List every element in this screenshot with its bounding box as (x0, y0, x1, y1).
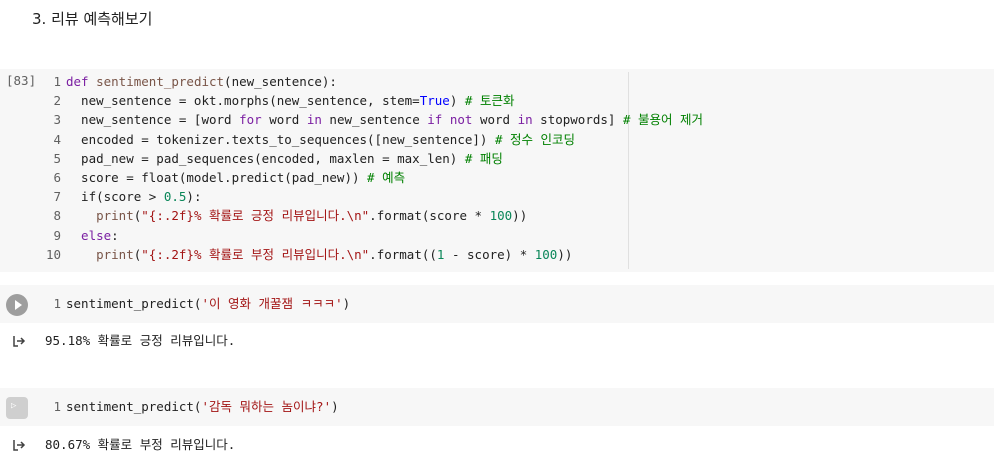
code-token: if(score > (66, 189, 164, 205)
code-token: : (111, 227, 119, 243)
code-cell-3[interactable]: ▷ 1 sentiment_predict('감독 뭐하는 놈이냐?') (0, 388, 994, 426)
line-number: 1 (53, 74, 61, 89)
code-string: "{:.2f}% 확률로 부정 리뷰입니다.\n" (141, 246, 370, 262)
line-number: 10 (45, 246, 61, 262)
code-token: in (517, 112, 533, 128)
line-number: 6 (53, 169, 61, 185)
code-token: ): (186, 189, 202, 205)
code-line: 5 pad_new = pad_sequences(encoded, maxle… (40, 149, 628, 168)
code-string: '이 영화 개꿀잼 ㅋㅋㅋ' (201, 296, 343, 311)
code-token: .format(score * (369, 208, 490, 224)
code-line: 7 if(score > 0.5): (40, 187, 628, 206)
code-line: 8 print("{:.2f}% 확률로 긍정 리뷰입니다.\n".format… (40, 206, 628, 225)
code-token: ) (331, 399, 339, 414)
code-cell-2[interactable]: 1 sentiment_predict('이 영화 개꿀잼 ㅋㅋㅋ') (0, 285, 994, 323)
line-number: 9 (53, 227, 61, 243)
line-number: 7 (53, 189, 61, 205)
code-editor[interactable]: 1 sentiment_predict('이 영화 개꿀잼 ㅋㅋㅋ') (40, 294, 350, 313)
code-editor[interactable]: 1 def sentiment_predict(new_sentence): 2 … (40, 72, 703, 269)
code-token: in (306, 112, 322, 128)
code-token: )) (557, 246, 573, 262)
code-token: ) (449, 93, 465, 109)
code-string: "{:.2f}% 확률로 긍정 리뷰입니다.\n" (141, 208, 370, 224)
output-arrow-icon (13, 440, 26, 451)
code-token: sentiment_predict (96, 74, 225, 89)
code-token: 0.5 (163, 189, 187, 205)
code-token: - score) * (444, 246, 535, 262)
code-line: 3 new_sentence = [word for word in new_s… (40, 110, 703, 129)
code-comment: # 불용어 제거 (622, 112, 704, 128)
code-token: new_sentence = [word (66, 112, 240, 128)
code-token: ) (342, 296, 351, 311)
code-token: stopwords] (532, 112, 623, 128)
code-token: )) (512, 208, 528, 224)
cell-output-1: 95.18% 확률로 긍정 리뷰입니다. (0, 326, 994, 356)
code-comment: # 정수 인코딩 (494, 131, 576, 147)
code-token: else (66, 227, 112, 243)
output-text: 80.67% 확률로 부정 리뷰입니다. (45, 437, 236, 452)
section-heading: 3. 리뷰 예측해보기 (32, 10, 153, 28)
code-line: 6 score = float(model.predict(pad_new)) … (40, 168, 628, 187)
line-number: 5 (53, 150, 61, 166)
code-editor[interactable]: 1 sentiment_predict('감독 뭐하는 놈이냐?') (40, 397, 339, 416)
code-token: 100 (534, 246, 558, 262)
line-number: 3 (53, 112, 61, 128)
code-cell-1[interactable]: [83] 1 def sentiment_predict(new_sentence… (0, 69, 994, 272)
code-token: score = float(model.predict(pad_new)) (66, 169, 368, 185)
code-token: new_sentence = okt.morphs(new_sentence, … (66, 93, 420, 109)
code-comment: # 토큰화 (464, 93, 515, 109)
code-token: if (427, 112, 443, 128)
line-number: 1 (53, 296, 61, 311)
code-token: encoded = tokenizer.texts_to_sequences([… (66, 131, 495, 147)
code-token: sentiment_predict( (66, 399, 202, 414)
code-token: word (472, 112, 518, 128)
line-number: 8 (53, 208, 61, 224)
code-token: 100 (489, 208, 513, 224)
run-button-icon[interactable]: ▷ (6, 397, 28, 419)
code-token: pad_new = pad_sequences(encoded, maxlen … (66, 150, 465, 166)
code-string: '감독 뭐하는 놈이냐?' (201, 399, 332, 414)
code-token: print (96, 246, 134, 262)
code-token: sentiment_predict( (66, 296, 202, 311)
code-token: word (261, 112, 307, 128)
code-comment: # 패딩 (464, 150, 503, 166)
cell-output-2: 80.67% 확률로 부정 리뷰입니다. (0, 430, 994, 460)
line-number: 4 (53, 131, 61, 147)
play-icon[interactable] (6, 294, 28, 316)
output-arrow-icon (13, 336, 26, 347)
code-line: 4 encoded = tokenizer.texts_to_sequences… (40, 130, 628, 149)
code-token: (new_sentence): (224, 74, 337, 89)
code-token: .format(( (369, 246, 437, 262)
code-comment: # 예측 (367, 169, 406, 185)
execution-count: [83] (6, 73, 37, 88)
code-line: 1 def sentiment_predict(new_sentence): (40, 72, 628, 91)
code-token: new_sentence (321, 112, 428, 128)
code-token: True (419, 93, 450, 109)
code-token: print (96, 208, 134, 224)
code-token: def (66, 74, 89, 89)
line-number: 2 (53, 93, 61, 109)
code-line: 2 new_sentence = okt.morphs(new_sentence… (40, 91, 628, 110)
code-token: for (239, 112, 262, 128)
code-token: not (449, 112, 473, 128)
code-line: 10 print("{:.2f}% 확률로 부정 리뷰입니다.\n".forma… (40, 245, 628, 264)
output-text: 95.18% 확률로 긍정 리뷰입니다. (45, 333, 236, 348)
code-line: 9 else: (40, 226, 628, 245)
line-number: 1 (53, 399, 61, 414)
